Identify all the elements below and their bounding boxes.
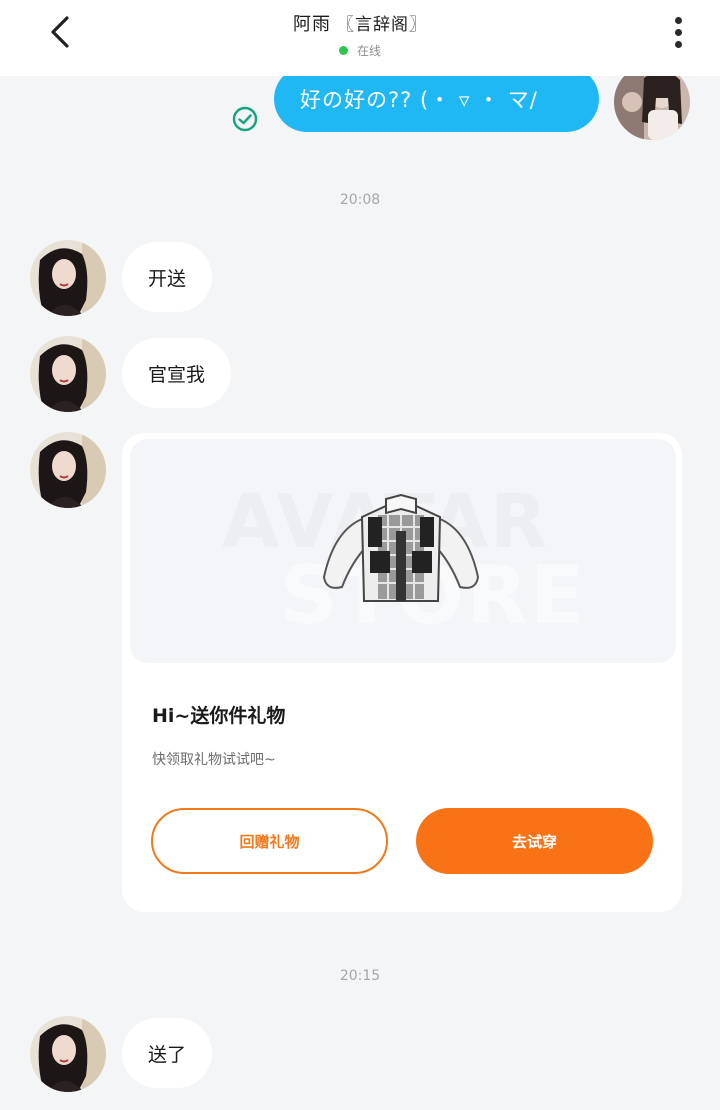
more-options-button[interactable] [664, 12, 692, 52]
incoming-message-bubble[interactable]: 开送 [122, 242, 213, 312]
message-timestamp: 20:08 [339, 192, 381, 208]
incoming-message-bubble[interactable]: 送了 [122, 1018, 213, 1088]
contact-title[interactable]: 阿雨 〖言辞阁〗 [0, 10, 720, 36]
contact-name: 阿雨 [293, 14, 331, 35]
contact-avatar[interactable] [30, 432, 106, 508]
try-on-button[interactable]: 去试穿 [416, 808, 653, 874]
alliance-tag: 〖言辞阁〗 [337, 15, 427, 35]
gift-card[interactable]: AVATAR STORE Hi~送 [122, 433, 682, 912]
incoming-message-text: 送了 [148, 1043, 187, 1066]
gift-title: Hi~送你件礼物 [152, 705, 286, 727]
gift-banner: AVATAR STORE [130, 439, 676, 663]
return-gift-button[interactable]: 回赠礼物 [151, 808, 388, 874]
header-title-area: 阿雨 〖言辞阁〗 在线 [0, 10, 720, 59]
incoming-message-text: 官宣我 [148, 363, 206, 386]
contact-avatar[interactable] [30, 336, 106, 412]
contact-avatar[interactable] [30, 240, 106, 316]
contact-avatar[interactable] [30, 1016, 106, 1092]
gift-subtitle: 快领取礼物试试吧~ [152, 752, 276, 768]
sent-message-text: 好の好の?? (・ ▿ ・ マ/ [300, 88, 538, 112]
chat-header: 阿雨 〖言辞阁〗 在线 [0, 0, 720, 76]
online-status: 在线 [0, 42, 720, 59]
incoming-message-bubble[interactable]: 官宣我 [122, 338, 232, 408]
message-timestamp: 20:15 [339, 968, 381, 984]
more-vertical-icon [674, 16, 682, 24]
online-dot [338, 46, 348, 55]
incoming-message-text: 开送 [148, 267, 187, 290]
check-circle-icon [232, 106, 258, 132]
status-text: 在线 [356, 44, 381, 58]
jacket-image [322, 493, 480, 602]
